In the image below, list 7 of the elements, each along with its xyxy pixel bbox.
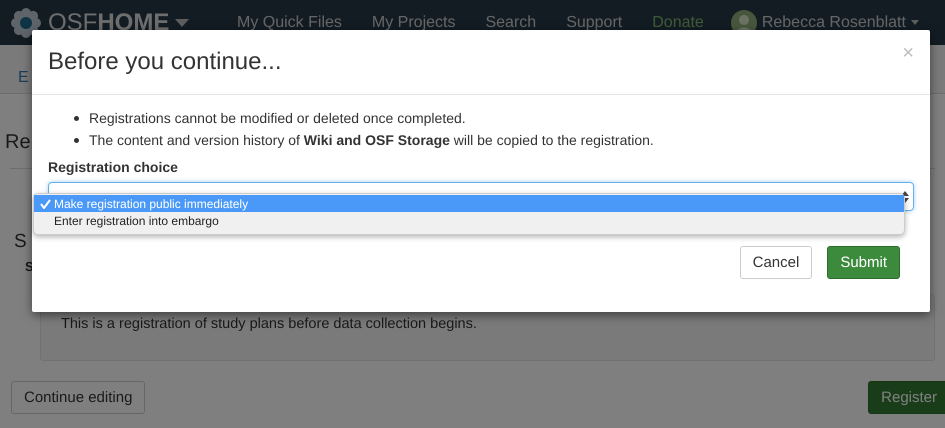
modal-title: Before you continue...: [48, 48, 282, 76]
bullet-item: Registrations cannot be modified or deleted once completed.: [89, 109, 466, 128]
field-label: Registration choice: [48, 159, 179, 175]
bullet-item: The content and version history of Wiki and OSF Storage will be copied to the registration.: [89, 131, 654, 150]
section-heading: S: [14, 231, 27, 253]
page-heading: Re: [5, 131, 31, 154]
description-text: This is a registration of study plans before data collection begins.: [61, 316, 477, 332]
